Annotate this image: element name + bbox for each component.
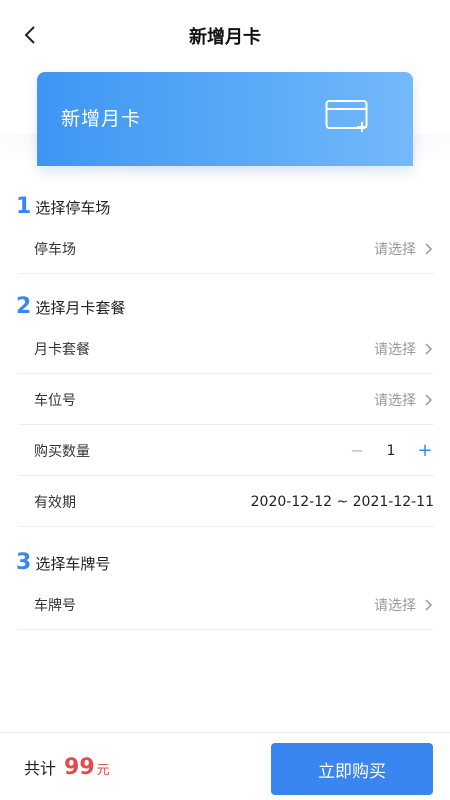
total-label: 共计 (24, 759, 57, 778)
total-amount: 99 (64, 755, 95, 780)
quantity-stepper: − 1 + (348, 441, 434, 460)
hero-title: 新增月卡 (61, 108, 142, 130)
select-placeholder: 请选择 (374, 597, 416, 614)
section-number: 1 (16, 194, 32, 219)
card-add-icon (325, 100, 368, 132)
section-label: 选择车牌号 (35, 555, 111, 573)
row-label: 车位号 (34, 392, 76, 409)
select-placeholder: 请选择 (374, 241, 416, 258)
section-label: 选择月卡套餐 (35, 299, 126, 317)
row-validity: 有效期 2020-12-12 ~ 2021-12-11 (18, 477, 434, 527)
hero-banner: 新增月卡 (0, 72, 450, 182)
select-placeholder: 请选择 (374, 392, 416, 409)
row-label: 月卡套餐 (34, 341, 90, 358)
chevron-right-icon (425, 242, 433, 255)
increment-button[interactable]: + (416, 441, 434, 460)
decrement-button[interactable]: − (348, 441, 366, 460)
row-value: 请选择 (374, 239, 434, 259)
section-title: 1 选择停车场 (16, 194, 110, 219)
row-plate-number[interactable]: 车牌号 请选择 (18, 580, 434, 630)
row-monthly-plan[interactable]: 月卡套餐 请选择 (18, 324, 434, 374)
row-label: 有效期 (34, 494, 76, 511)
section-number: 2 (16, 294, 32, 319)
back-button[interactable] (16, 20, 46, 50)
page-title: 新增月卡 (189, 27, 261, 48)
chevron-right-icon (425, 598, 433, 611)
section-label: 选择停车场 (35, 199, 111, 217)
row-label: 停车场 (34, 241, 76, 258)
row-quantity: 购买数量 − 1 + (18, 426, 434, 476)
section-number: 3 (16, 550, 32, 575)
total-unit: 元 (96, 763, 110, 778)
row-space-number[interactable]: 车位号 请选择 (18, 375, 434, 425)
row-value: 请选择 (374, 390, 434, 410)
section-title: 2 选择月卡套餐 (16, 294, 125, 319)
row-value: 请选择 (374, 339, 434, 359)
section-title: 3 选择车牌号 (16, 550, 110, 575)
chevron-left-icon (24, 26, 35, 44)
hero-card: 新增月卡 (37, 72, 413, 166)
chevron-right-icon (425, 393, 433, 406)
row-value: 请选择 (374, 595, 434, 615)
buy-now-button[interactable]: 立即购买 (271, 743, 433, 795)
validity-range: 2020-12-12 ~ 2021-12-11 (250, 493, 434, 510)
row-parking-lot[interactable]: 停车场 请选择 (18, 224, 434, 274)
row-label: 购买数量 (34, 443, 90, 460)
total-price: 共计 99 元 (24, 755, 110, 780)
select-placeholder: 请选择 (374, 341, 416, 358)
row-label: 车牌号 (34, 597, 76, 614)
quantity-value: 1 (386, 442, 396, 459)
nav-bar: 新增月卡 (0, 0, 450, 72)
chevron-right-icon (425, 342, 433, 355)
bottom-bar: 共计 99 元 立即购买 (0, 732, 450, 800)
